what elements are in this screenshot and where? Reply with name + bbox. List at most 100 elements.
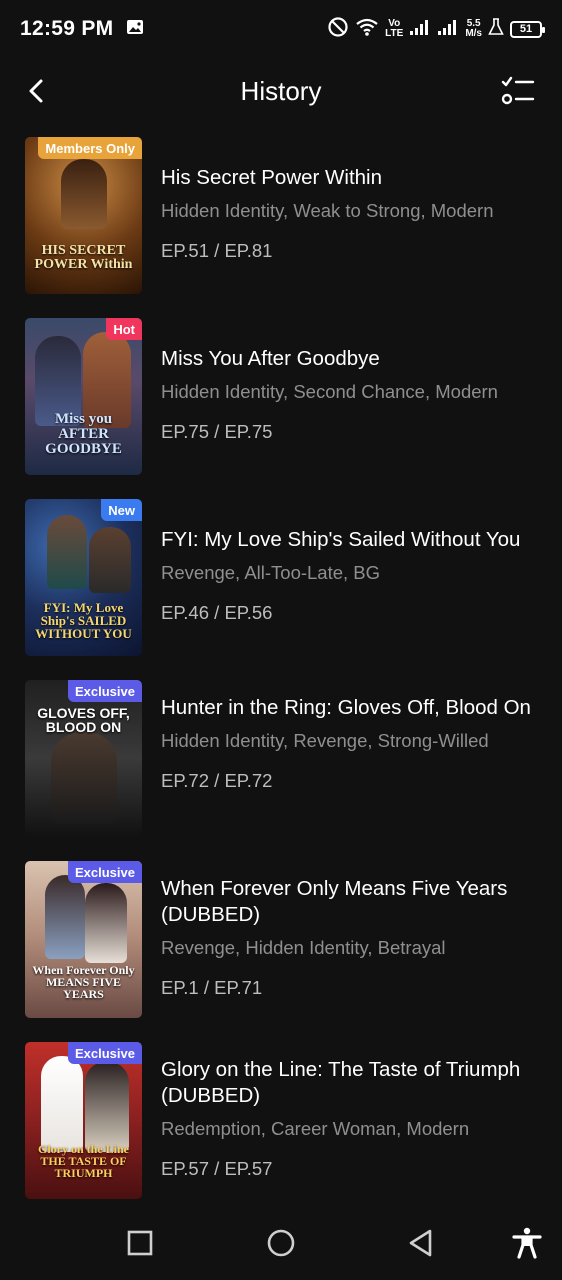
accessibility-icon bbox=[512, 1227, 542, 1259]
poster-figure bbox=[41, 1056, 83, 1152]
poster-title-art: HIS SECRET POWER Within bbox=[34, 243, 133, 272]
total-episodes: EP.57 bbox=[224, 1158, 273, 1179]
poster-figure bbox=[85, 883, 127, 963]
current-episode: EP.57 bbox=[161, 1158, 210, 1179]
item-tags: Hidden Identity, Revenge, Strong-Willed bbox=[161, 730, 489, 751]
poster-figure bbox=[89, 527, 131, 593]
wifi-icon bbox=[355, 17, 379, 42]
item-tags: Revenge, All-Too-Late, BG bbox=[161, 562, 381, 583]
history-item[interactable]: Miss you AFTER GOODBYE Hot Miss You Afte… bbox=[0, 318, 562, 475]
episode-progress: EP.51 / EP.81 bbox=[161, 240, 541, 262]
nav-back-button[interactable] bbox=[404, 1226, 438, 1260]
poster-figure bbox=[61, 159, 107, 229]
poster-thumbnail[interactable]: HIS SECRET POWER Within Members Only bbox=[25, 137, 142, 294]
item-title[interactable]: When Forever Only Means Five Years (DUBB… bbox=[161, 876, 541, 928]
total-episodes: EP.75 bbox=[224, 421, 273, 442]
battery-level: 51 bbox=[519, 23, 533, 35]
recents-button[interactable] bbox=[123, 1226, 157, 1260]
page-title: History bbox=[240, 76, 322, 106]
item-info: Glory on the Line: The Taste of Triumph … bbox=[161, 1042, 541, 1180]
status-time: 12:59 PM bbox=[20, 17, 114, 40]
episode-separator: / bbox=[203, 977, 210, 998]
poster-figure bbox=[85, 1062, 129, 1152]
poster-title-art: FYI: My Love Ship's SAILED WITHOUT YOU bbox=[35, 600, 132, 641]
poster-thumbnail[interactable]: Glory on the Line THE TASTE OF TRIUMPH E… bbox=[25, 1042, 142, 1199]
history-item[interactable]: When Forever Only MEANS FIVE YEARS Exclu… bbox=[0, 861, 562, 1018]
badge-exclusive: Exclusive bbox=[68, 680, 142, 702]
network-speed: 5.5 M/s bbox=[465, 19, 482, 39]
episode-progress: EP.75 / EP.75 bbox=[161, 421, 541, 443]
home-button[interactable] bbox=[264, 1226, 298, 1260]
badge-hot: Hot bbox=[106, 318, 142, 340]
flask-icon bbox=[488, 17, 504, 41]
badge-new: New bbox=[101, 499, 142, 521]
episode-separator: / bbox=[214, 770, 220, 791]
item-info: When Forever Only Means Five Years (DUBB… bbox=[161, 861, 541, 999]
status-bar: 12:59 PM Vo LTE 5.5 M/s 51 bbox=[0, 0, 562, 58]
item-tags: Hidden Identity, Weak to Strong, Modern bbox=[161, 200, 494, 221]
accessibility-button[interactable] bbox=[510, 1226, 544, 1260]
episode-separator: / bbox=[214, 240, 220, 261]
current-episode: EP.72 bbox=[161, 770, 210, 791]
item-title[interactable]: Hunter in the Ring: Gloves Off, Blood On bbox=[161, 695, 541, 721]
total-episodes: EP.56 bbox=[224, 602, 273, 623]
badge-members-only: Members Only bbox=[38, 137, 142, 159]
poster-figure bbox=[45, 875, 85, 959]
volte-indicator: Vo LTE bbox=[385, 19, 403, 39]
badge-exclusive: Exclusive bbox=[68, 861, 142, 883]
poster-thumbnail[interactable]: Miss you AFTER GOODBYE Hot bbox=[25, 318, 142, 475]
item-title[interactable]: Glory on the Line: The Taste of Triumph … bbox=[161, 1057, 541, 1109]
episode-progress: EP.72 / EP.72 bbox=[161, 770, 541, 792]
poster-title-art: Glory on the Line THE TASTE OF TRIUMPH bbox=[37, 1142, 129, 1180]
item-title[interactable]: Miss You After Goodbye bbox=[161, 346, 541, 372]
current-episode: EP.75 bbox=[161, 421, 210, 442]
item-title[interactable]: His Secret Power Within bbox=[161, 165, 541, 191]
manage-history-button[interactable] bbox=[500, 74, 536, 108]
triangle-back-icon bbox=[409, 1229, 432, 1257]
poster-title-art: When Forever Only MEANS FIVE YEARS bbox=[32, 963, 135, 1001]
app-bar: History bbox=[0, 62, 562, 120]
do-not-disturb-icon bbox=[327, 16, 349, 43]
episode-separator: / bbox=[214, 1158, 220, 1179]
poster-thumbnail[interactable]: FYI: My Love Ship's SAILED WITHOUT YOU N… bbox=[25, 499, 142, 656]
square-recents-icon bbox=[127, 1230, 153, 1256]
poster-thumbnail[interactable]: When Forever Only MEANS FIVE YEARS Exclu… bbox=[25, 861, 142, 1018]
status-right: Vo LTE 5.5 M/s 51 bbox=[327, 16, 545, 43]
battery-icon: 51 bbox=[510, 20, 545, 38]
item-tags: Hidden Identity, Second Chance, Modern bbox=[161, 381, 498, 402]
current-episode: EP.1 bbox=[161, 977, 199, 998]
item-info: FYI: My Love Ship's Sailed Without You R… bbox=[161, 499, 541, 624]
status-left: 12:59 PM bbox=[20, 17, 145, 42]
item-tags: Redemption, Career Woman, Modern bbox=[161, 1118, 470, 1139]
item-info: Miss You After Goodbye Hidden Identity, … bbox=[161, 318, 541, 443]
image-notification-icon bbox=[125, 17, 145, 42]
episode-separator: / bbox=[214, 602, 220, 623]
current-episode: EP.46 bbox=[161, 602, 210, 623]
system-nav-bar bbox=[0, 1206, 562, 1280]
badge-exclusive: Exclusive bbox=[68, 1042, 142, 1064]
item-info: His Secret Power Within Hidden Identity,… bbox=[161, 137, 541, 262]
poster-figure bbox=[51, 732, 117, 824]
current-episode: EP.51 bbox=[161, 240, 210, 261]
episode-progress: EP.1 / EP.71 bbox=[161, 977, 541, 999]
history-item[interactable]: FYI: My Love Ship's SAILED WITHOUT YOU N… bbox=[0, 499, 562, 656]
item-title[interactable]: FYI: My Love Ship's Sailed Without You bbox=[161, 527, 541, 553]
volte-bottom: LTE bbox=[385, 28, 404, 39]
total-episodes: EP.72 bbox=[224, 770, 273, 791]
total-episodes: EP.81 bbox=[224, 240, 273, 261]
signal-icon bbox=[409, 18, 431, 41]
history-item[interactable]: GLOVES OFF, BLOOD ON Exclusive Hunter in… bbox=[0, 680, 562, 837]
signal-icon-2 bbox=[437, 18, 459, 41]
item-info: Hunter in the Ring: Gloves Off, Blood On… bbox=[161, 680, 541, 792]
poster-figure bbox=[47, 515, 87, 589]
episode-progress: EP.57 / EP.57 bbox=[161, 1158, 541, 1180]
poster-thumbnail[interactable]: GLOVES OFF, BLOOD ON Exclusive bbox=[25, 680, 142, 837]
checklist-icon bbox=[501, 76, 535, 105]
history-item[interactable]: HIS SECRET POWER Within Members Only His… bbox=[0, 137, 562, 294]
poster-title-art: Miss you AFTER GOODBYE bbox=[45, 411, 122, 457]
poster-title-art: GLOVES OFF, BLOOD ON bbox=[37, 705, 130, 735]
speed-unit: M/s bbox=[465, 28, 482, 39]
episode-progress: EP.46 / EP.56 bbox=[161, 602, 541, 624]
episode-separator: / bbox=[214, 421, 220, 442]
history-item[interactable]: Glory on the Line THE TASTE OF TRIUMPH E… bbox=[0, 1042, 562, 1199]
